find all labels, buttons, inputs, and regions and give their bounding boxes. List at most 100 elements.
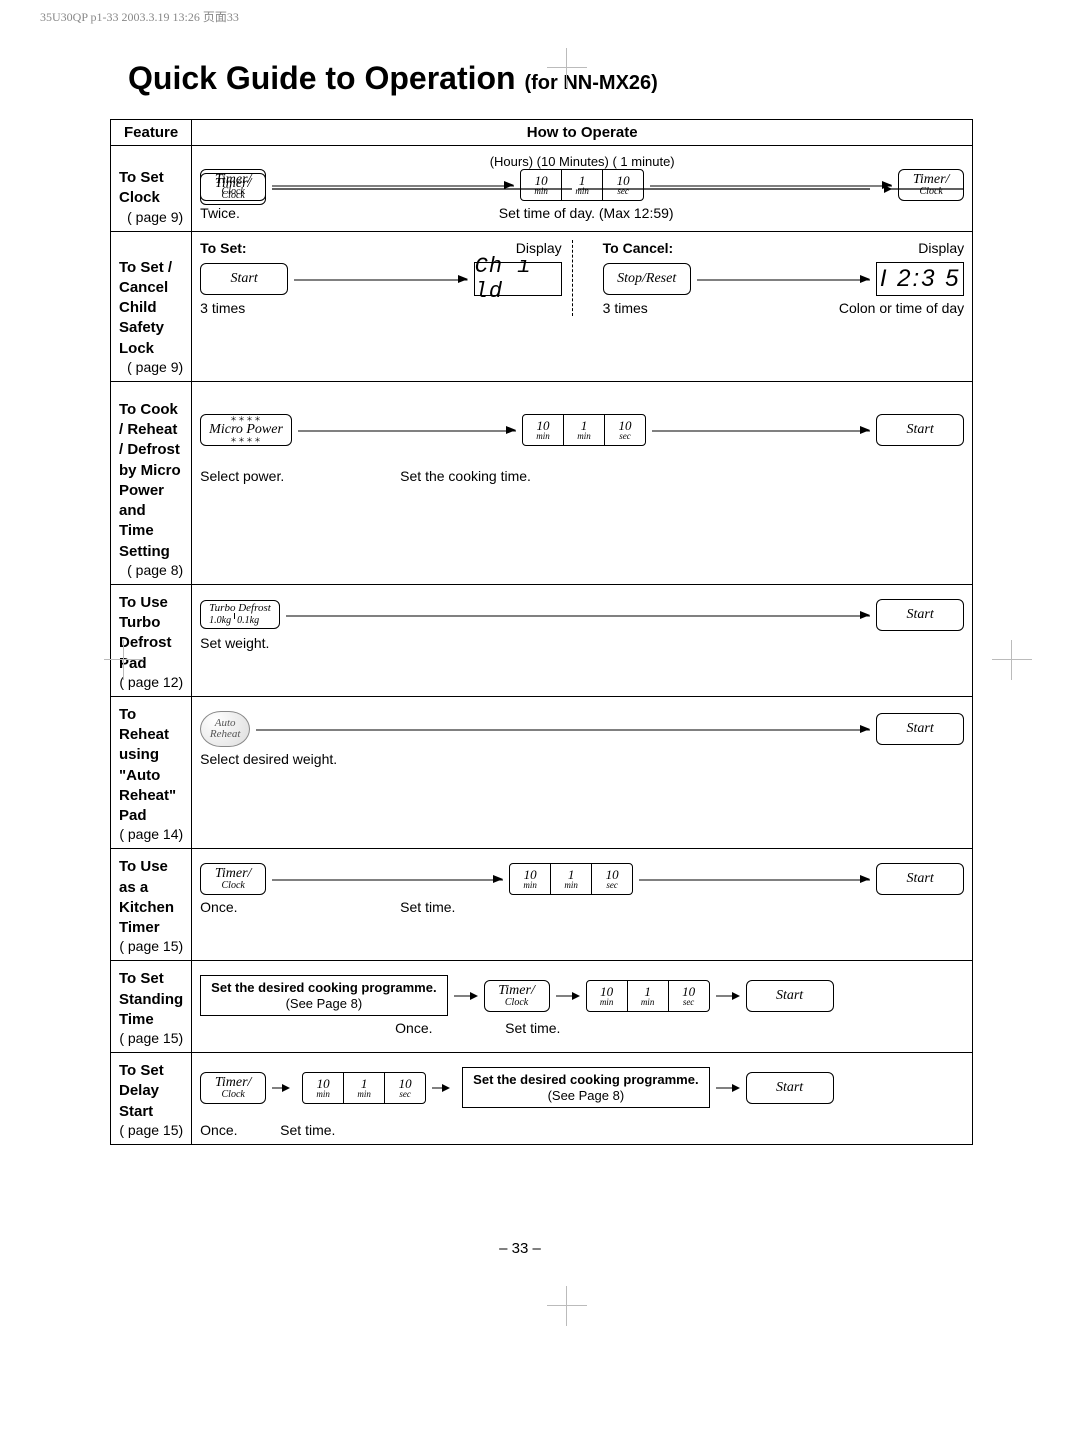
page-ref: ( page 9) bbox=[119, 359, 183, 375]
page-ref: ( page 9) bbox=[119, 209, 183, 225]
table-row: To Use as a Kitchen Timer ( page 15) Tim… bbox=[111, 849, 973, 961]
caption: Set weight. bbox=[200, 635, 269, 651]
print-mark: 35U30QP p1-33 2003.3.19 13:26 页面33 bbox=[40, 8, 239, 25]
crop-mark-icon bbox=[547, 48, 587, 88]
operate-cell: To Set: Display Start Ch ı ld 3 times bbox=[192, 231, 973, 381]
timer-clock-button: Timer/Clock bbox=[484, 980, 550, 1012]
table-row: To Set Delay Start ( page 15) Timer/Cloc… bbox=[111, 1053, 973, 1145]
table-row: To Set Clock ( page 9) (Hours) (10 Minut… bbox=[111, 146, 973, 232]
feature-cell: To Set Clock ( page 9) bbox=[111, 146, 192, 232]
time-dials: 10min 1min 10sec bbox=[520, 169, 644, 201]
caption: Colon or time of day bbox=[839, 300, 964, 316]
caption: 3 times bbox=[603, 300, 648, 316]
stop-reset-button: Stop/Reset bbox=[603, 263, 691, 295]
subheading-cancel: To Cancel: bbox=[603, 240, 674, 256]
operate-cell: (Hours) (10 Minutes) ( 1 minute) Timer/C… bbox=[192, 146, 973, 232]
feature-title: To Use as a Kitchen Timer bbox=[119, 857, 183, 938]
table-row: To Cook / Reheat / Defrost by Micro Powe… bbox=[111, 381, 973, 584]
arrow-icon bbox=[716, 1080, 740, 1096]
feature-cell: To Set Standing Time ( page 15) bbox=[111, 961, 192, 1053]
arrow-icon bbox=[454, 988, 478, 1004]
arrow-icon bbox=[556, 988, 580, 1004]
operate-cell: Set the desired cooking programme.(See P… bbox=[192, 961, 973, 1053]
table-row: To Use Turbo Defrost Pad ( page 12) Turb… bbox=[111, 584, 973, 696]
label-display: Display bbox=[918, 240, 964, 256]
turbo-defrost-button: Turbo Defrost 1.0kg0.1kg bbox=[200, 600, 280, 629]
time-dials: 10min 1min 10sec bbox=[586, 980, 710, 1012]
time-dials: 10min 1min 10sec bbox=[509, 863, 633, 895]
crop-mark-icon bbox=[547, 1286, 587, 1326]
start-button: Start bbox=[200, 263, 288, 295]
header-operate: How to Operate bbox=[192, 120, 973, 146]
timer-clock-button: Timer/Clock bbox=[200, 863, 266, 895]
start-button: Start bbox=[876, 863, 964, 895]
header-feature: Feature bbox=[111, 120, 192, 146]
feature-title: To Set Clock bbox=[119, 168, 183, 209]
page: 35U30QP p1-33 2003.3.19 13:26 页面33 Quick… bbox=[0, 0, 1080, 1441]
caption: Set time. bbox=[280, 1122, 335, 1138]
cooking-programme-box: Set the desired cooking programme.(See P… bbox=[462, 1067, 709, 1108]
crop-mark-icon bbox=[992, 640, 1032, 680]
page-number: – 33 – bbox=[110, 1240, 930, 1257]
dial-labels: (Hours) (10 Minutes) ( 1 minute) bbox=[200, 154, 964, 169]
arrow-icon bbox=[272, 1080, 296, 1096]
arrow-icon bbox=[432, 1080, 456, 1096]
operate-cell: Timer/Clock 10min 1min 10sec Start Once. bbox=[192, 849, 973, 961]
stars-icon: ＊＊＊＊ bbox=[230, 437, 262, 444]
title-main: Quick Guide to Operation bbox=[128, 60, 524, 96]
auto-reheat-button: AutoReheat bbox=[200, 711, 250, 747]
feature-cell: To Cook / Reheat / Defrost by Micro Powe… bbox=[111, 381, 192, 584]
timer-clock-button: Timer/Clock bbox=[200, 1072, 266, 1104]
feature-title: To Set Standing Time bbox=[119, 969, 183, 1030]
start-button: Start bbox=[746, 980, 834, 1012]
page-title: Quick Guide to Operation (for NN-MX26) bbox=[128, 60, 930, 97]
start-button: Start bbox=[876, 414, 964, 446]
caption: Once. bbox=[200, 1122, 280, 1138]
caption: Twice. bbox=[200, 205, 264, 221]
start-button: Start bbox=[876, 599, 964, 631]
start-button: Start bbox=[876, 713, 964, 745]
micro-power-button: ＊＊＊＊ Micro Power ＊＊＊＊ bbox=[200, 414, 292, 446]
time-dials: 10min 1min 10sec bbox=[302, 1072, 426, 1104]
start-button: Start bbox=[746, 1072, 834, 1104]
operate-cell: Turbo Defrost 1.0kg0.1kg Start Set weigh… bbox=[192, 584, 973, 696]
table-row: To Set / Cancel Child Safety Lock ( page… bbox=[111, 231, 973, 381]
timer-clock-button: Timer/Clock bbox=[200, 169, 266, 201]
display-time: I 2:3 5 bbox=[876, 262, 964, 296]
display-child: Ch ı ld bbox=[474, 262, 562, 296]
table-row: To Reheat using "Auto Reheat" Pad ( page… bbox=[111, 696, 973, 849]
feature-title: To Reheat using "Auto Reheat" Pad bbox=[119, 705, 183, 827]
operate-cell: ＊＊＊＊ Micro Power ＊＊＊＊ 10min 1min 10sec S… bbox=[192, 381, 973, 584]
caption: Select power. bbox=[200, 468, 380, 484]
caption: Once. bbox=[395, 1020, 505, 1036]
caption: Select desired weight. bbox=[200, 751, 337, 767]
page-ref: ( page 15) bbox=[119, 938, 183, 954]
arrow-icon bbox=[716, 988, 740, 1004]
feature-cell: To Reheat using "Auto Reheat" Pad ( page… bbox=[111, 696, 192, 849]
table-row: To Set Standing Time ( page 15) Set the … bbox=[111, 961, 973, 1053]
page-ref: ( page 8) bbox=[119, 562, 183, 578]
feature-title: To Set Delay Start bbox=[119, 1061, 183, 1122]
operate-cell: Timer/Clock 10min 1min 10sec Set the des… bbox=[192, 1053, 973, 1145]
subheading-set: To Set: bbox=[200, 240, 246, 256]
quick-guide-table: Feature How to Operate To Set Clock ( pa… bbox=[110, 119, 973, 1145]
caption: Set time. bbox=[505, 1020, 560, 1036]
caption: Set time of day. (Max 12:59) bbox=[264, 205, 908, 221]
caption: Once. bbox=[200, 899, 400, 915]
caption: Set time. bbox=[400, 899, 455, 915]
page-ref: ( page 14) bbox=[119, 826, 183, 842]
feature-title: To Cook / Reheat / Defrost by Micro Powe… bbox=[119, 400, 183, 562]
crop-mark-icon bbox=[104, 640, 144, 680]
page-ref: ( page 15) bbox=[119, 1122, 183, 1138]
feature-cell: To Set Delay Start ( page 15) bbox=[111, 1053, 192, 1145]
caption: 3 times bbox=[200, 300, 300, 316]
cooking-programme-box: Set the desired cooking programme.(See P… bbox=[200, 975, 447, 1016]
feature-title: To Set / Cancel Child Safety Lock bbox=[119, 258, 183, 359]
caption: Set the cooking time. bbox=[380, 468, 964, 484]
operate-cell: AutoReheat Start Select desired weight. bbox=[192, 696, 973, 849]
feature-cell: To Use as a Kitchen Timer ( page 15) bbox=[111, 849, 192, 961]
page-ref: ( page 15) bbox=[119, 1030, 183, 1046]
time-dials: 10min 1min 10sec bbox=[522, 414, 646, 446]
title-model: (for NN-MX26) bbox=[524, 72, 657, 94]
feature-cell: To Set / Cancel Child Safety Lock ( page… bbox=[111, 231, 192, 381]
